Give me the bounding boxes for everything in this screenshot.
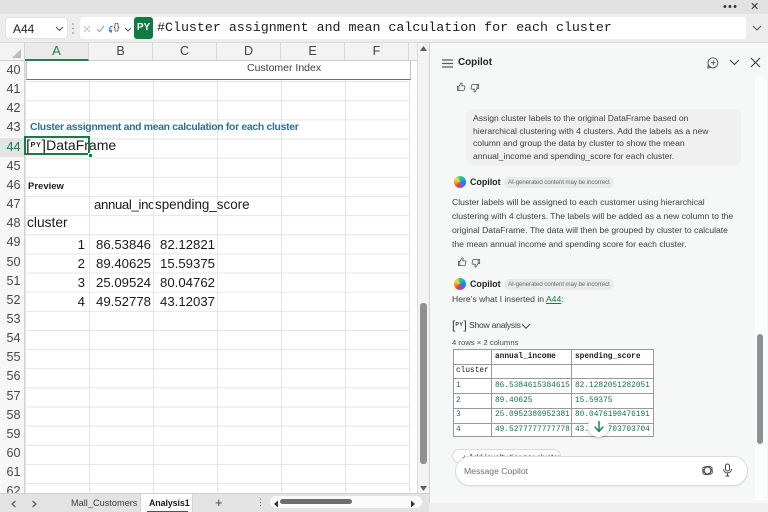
svg-text:{}: {}	[114, 22, 120, 32]
